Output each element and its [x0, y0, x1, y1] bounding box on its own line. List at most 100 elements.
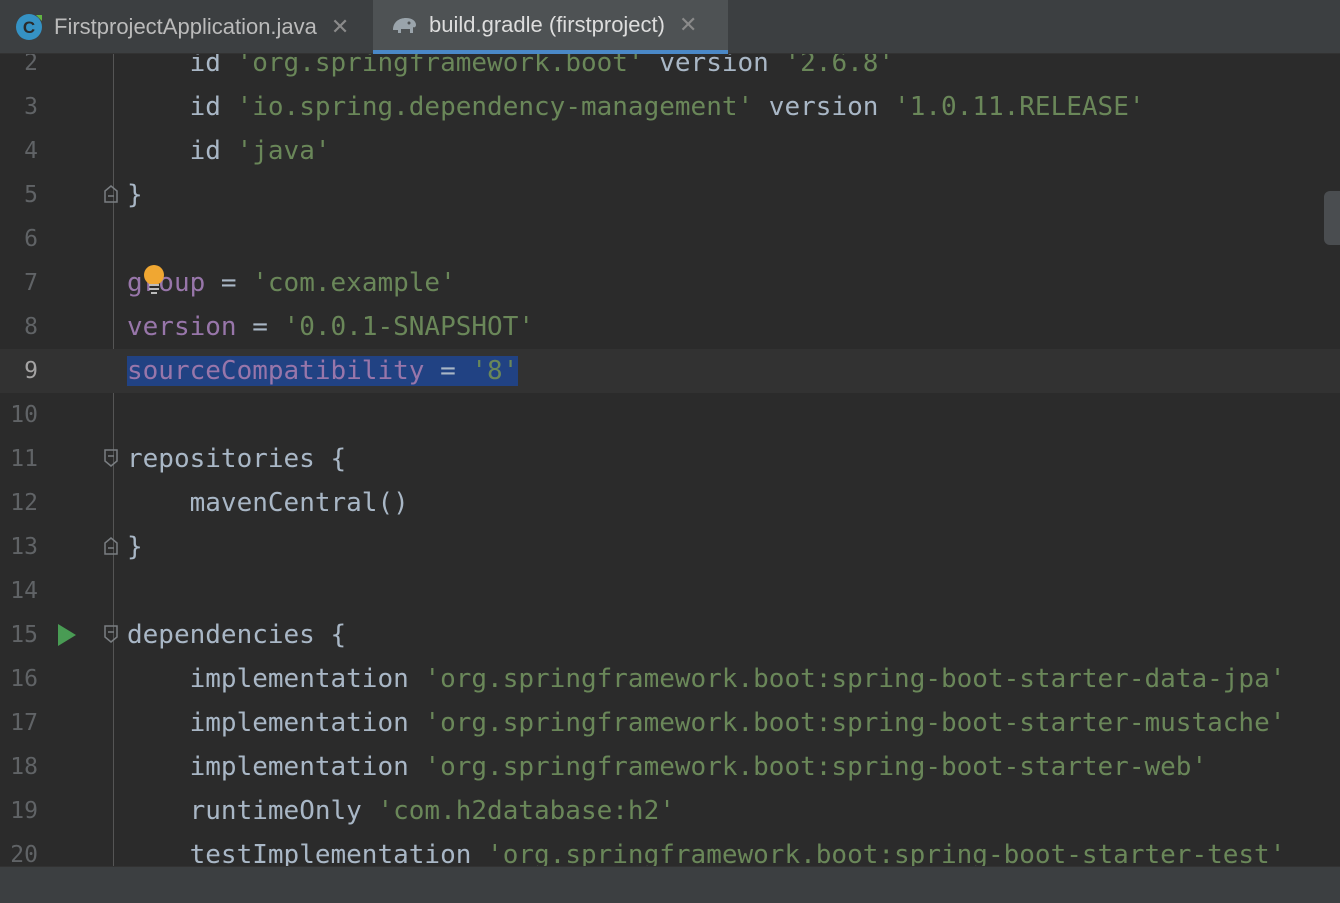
code-text[interactable]: version = '0.0.1-SNAPSHOT' [127, 305, 534, 349]
code-line[interactable]: 6 [0, 217, 1340, 261]
code-token: 'java' [236, 136, 331, 166]
code-line[interactable]: 8 version = '0.0.1-SNAPSHOT' [0, 305, 1340, 349]
fold-end-icon[interactable] [104, 537, 118, 555]
code-text[interactable]: } [127, 525, 143, 569]
line-number[interactable]: 2 [0, 54, 38, 85]
code-text[interactable]: id 'org.springframework.boot' version '2… [127, 54, 894, 85]
code-line[interactable]: 15 dependencies { [0, 613, 1340, 657]
line-number[interactable]: 4 [0, 129, 38, 173]
fold-end-icon[interactable] [104, 185, 118, 203]
code-line[interactable]: 17 implementation 'org.springframework.b… [0, 701, 1340, 745]
code-line[interactable]: 14 [0, 569, 1340, 613]
code-token: 'org.springframework.boot:spring-boot-st… [487, 840, 1286, 866]
code-token: id [189, 54, 237, 78]
code-line[interactable]: 4 id 'java' [0, 129, 1340, 173]
code-text[interactable]: id 'java' [127, 129, 331, 173]
code-token: '8' [471, 356, 519, 386]
line-number[interactable]: 14 [0, 569, 38, 613]
line-number[interactable]: 15 [0, 613, 38, 657]
code-line[interactable]: 13} [0, 525, 1340, 569]
code-token: 'com.example' [252, 268, 456, 298]
code-token: implementation [189, 708, 425, 738]
svg-text:C: C [23, 18, 35, 37]
run-gutter-icon[interactable] [58, 624, 76, 646]
code-editor[interactable]: 2 id 'org.springframework.boot' version … [0, 54, 1340, 866]
code-token: sourceCompatibility [127, 356, 425, 386]
code-text[interactable]: implementation 'org.springframework.boot… [127, 657, 1286, 701]
code-token: dependencies { [127, 620, 347, 650]
tab-build-gradle[interactable]: build.gradle (firstproject) ✕ [373, 0, 728, 54]
line-number[interactable]: 8 [0, 305, 38, 349]
code-text[interactable]: implementation 'org.springframework.boot… [127, 745, 1207, 789]
code-line[interactable]: 18 implementation 'org.springframework.b… [0, 745, 1340, 789]
code-token: 'com.h2database:h2' [377, 796, 675, 826]
code-token: 'org.springframework.boot:spring-boot-st… [424, 708, 1286, 738]
line-number[interactable]: 7 [0, 261, 38, 305]
line-number[interactable]: 19 [0, 789, 38, 833]
line-number[interactable]: 16 [0, 657, 38, 701]
code-token: implementation [189, 664, 425, 694]
code-text[interactable]: id 'io.spring.dependency-management' ver… [127, 85, 1145, 129]
tab-firstproject-application[interactable]: C FirstprojectApplication.java ✕ [0, 0, 373, 54]
code-text[interactable]: runtimeOnly 'com.h2database:h2' [127, 789, 675, 833]
code-text[interactable]: dependencies { [127, 613, 346, 657]
code-token: = [424, 356, 472, 386]
line-number[interactable]: 3 [0, 85, 38, 129]
close-tab-icon[interactable]: ✕ [331, 14, 349, 40]
code-line[interactable]: 16 implementation 'org.springframework.b… [0, 657, 1340, 701]
code-line[interactable]: 7 group = 'com.example' [0, 261, 1340, 305]
code-token: '2.6.8' [784, 54, 895, 78]
fold-start-icon[interactable] [104, 449, 118, 467]
code-line[interactable]: 2 id 'org.springframework.boot' version … [0, 54, 1340, 85]
line-number[interactable]: 17 [0, 701, 38, 745]
code-text[interactable]: repositories { [127, 437, 346, 481]
line-number[interactable]: 10 [0, 393, 38, 437]
code-line[interactable]: 12 mavenCentral() [0, 481, 1340, 525]
code-token: id [189, 92, 237, 122]
code-line[interactable]: 10 [0, 393, 1340, 437]
code-text[interactable]: } [127, 173, 143, 217]
line-number[interactable]: 6 [0, 217, 38, 261]
code-line[interactable]: 5} [0, 173, 1340, 217]
code-line[interactable]: 20 testImplementation 'org.springframewo… [0, 833, 1340, 866]
close-tab-icon[interactable]: ✕ [679, 12, 697, 38]
code-token: id [189, 136, 237, 166]
code-text[interactable]: testImplementation 'org.springframework.… [127, 833, 1286, 866]
code-token: 'org.springframework.boot:spring-boot-st… [424, 752, 1208, 782]
code-token: = [236, 312, 284, 342]
code-text[interactable]: implementation 'org.springframework.boot… [127, 701, 1286, 745]
line-number[interactable]: 18 [0, 745, 38, 789]
code-token: '1.0.11.RELEASE' [894, 92, 1145, 122]
code-text[interactable]: mavenCentral() [127, 481, 409, 525]
line-number[interactable]: 9 [0, 349, 38, 393]
code-token: 'org.springframework.boot' [236, 54, 644, 78]
lightbulb-icon[interactable] [143, 265, 165, 295]
code-text[interactable]: sourceCompatibility = '8' [127, 349, 519, 393]
line-number[interactable]: 13 [0, 525, 38, 569]
line-number[interactable]: 12 [0, 481, 38, 525]
code-token: runtimeOnly [189, 796, 378, 826]
fold-start-icon[interactable] [104, 625, 118, 643]
code-text[interactable]: group = 'com.example' [127, 261, 456, 305]
java-class-icon: C [14, 12, 44, 42]
line-number[interactable]: 20 [0, 833, 38, 866]
code-line[interactable]: 3 id 'io.spring.dependency-management' v… [0, 85, 1340, 129]
code-token: 'io.spring.dependency-management' [236, 92, 754, 122]
status-bar [0, 866, 1340, 903]
tab-label: FirstprojectApplication.java [54, 14, 317, 39]
code-line[interactable]: 9 sourceCompatibility = '8' [0, 349, 1340, 393]
line-number[interactable]: 5 [0, 173, 38, 217]
code-line[interactable]: 11 repositories { [0, 437, 1340, 481]
code-line[interactable]: 19 runtimeOnly 'com.h2database:h2' [0, 789, 1340, 833]
code-token: repositories { [127, 444, 347, 474]
code-token: } [127, 180, 143, 210]
line-number[interactable]: 11 [0, 437, 38, 481]
code-token: 'org.springframework.boot:spring-boot-st… [424, 664, 1286, 694]
